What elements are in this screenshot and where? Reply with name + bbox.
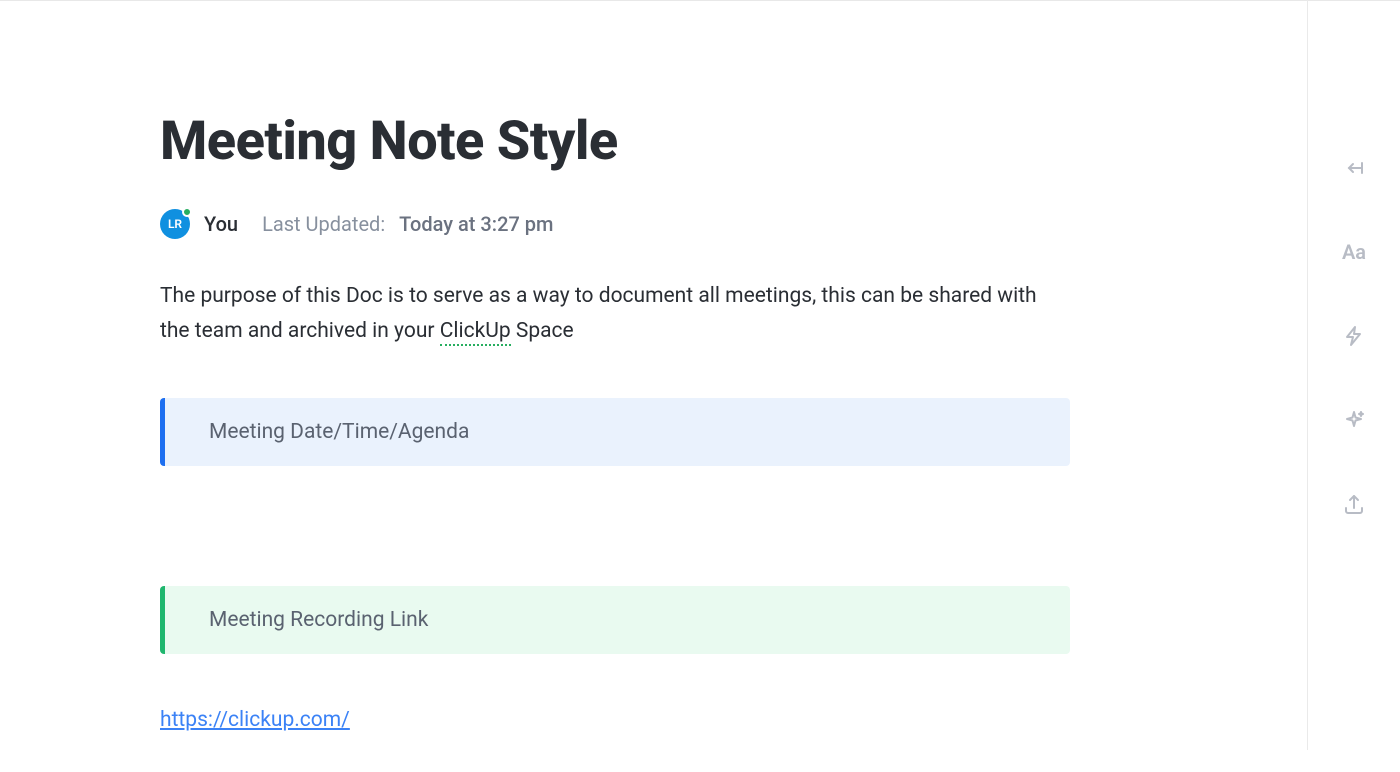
ai-button[interactable] (1336, 402, 1372, 438)
last-updated-label: Last Updated: (262, 212, 385, 236)
last-updated-value: Today at 3:27 pm (399, 212, 553, 236)
lightning-icon (1342, 324, 1366, 348)
actions-button[interactable] (1336, 318, 1372, 354)
callout-meeting-agenda[interactable]: Meeting Date/Time/Agenda (160, 398, 1070, 466)
author-name[interactable]: You (204, 212, 238, 236)
right-divider (1307, 0, 1308, 750)
intro-paragraph[interactable]: The purpose of this Doc is to serve as a… (160, 279, 1070, 348)
recording-url-link[interactable]: https://clickup.com/ (160, 708, 350, 732)
typography-button[interactable]: Aa (1336, 234, 1372, 270)
arrow-collapse-icon (1342, 156, 1366, 180)
intro-after: Space (511, 319, 574, 343)
intro-before: The purpose of this Doc is to serve as a… (160, 284, 1037, 343)
sparkle-icon (1342, 408, 1366, 432)
doc-meta-row: LR You Last Updated: Today at 3:27 pm (160, 209, 1070, 239)
share-button[interactable] (1336, 486, 1372, 522)
clickup-highlight[interactable]: ClickUp (440, 319, 511, 346)
doc-title[interactable]: Meeting Note Style (160, 110, 1070, 173)
callout-text: Meeting Date/Time/Agenda (209, 420, 469, 444)
callout-text: Meeting Recording Link (209, 608, 428, 632)
author-avatar-wrap[interactable]: LR (160, 209, 190, 239)
spacer (160, 496, 1070, 586)
collapse-panel-button[interactable] (1336, 150, 1372, 186)
presence-indicator (182, 207, 192, 217)
upload-icon (1342, 492, 1366, 516)
callout-recording-link[interactable]: Meeting Recording Link (160, 586, 1070, 654)
top-border (0, 0, 1400, 1)
document-content: Meeting Note Style LR You Last Updated: … (0, 0, 1240, 772)
right-toolbar: Aa (1336, 150, 1372, 522)
